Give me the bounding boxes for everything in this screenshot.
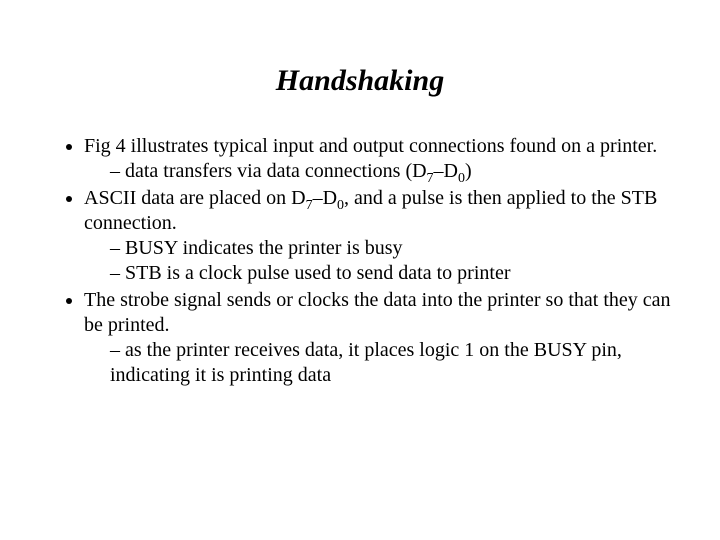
bullet-3a: as the printer receives data, it places … [110,338,672,388]
bullet-2-sub: BUSY indicates the printer is busy STB i… [84,236,672,286]
bullet-1a-sub2: 0 [458,171,465,186]
bullet-2-sub2: 0 [337,198,344,213]
bullet-3-sub: as the printer receives data, it places … [84,338,672,388]
bullet-1a-pre: data transfers via data connections (D [125,160,427,182]
bullet-1a-sub1: 7 [427,171,434,186]
bullet-1a-mid: –D [434,160,458,182]
bullet-1a-post: ) [465,160,472,182]
bullet-list: Fig 4 illustrates typical input and outp… [48,134,672,388]
bullet-1a: data transfers via data connections (D7–… [110,159,672,184]
bullet-2-mid: –D [313,187,337,209]
slide-title: Handshaking [48,64,672,98]
bullet-2: ASCII data are placed on D7–D0, and a pu… [84,186,672,286]
bullet-3-text: The strobe signal sends or clocks the da… [84,289,671,336]
bullet-2a: BUSY indicates the printer is busy [110,236,672,261]
bullet-1: Fig 4 illustrates typical input and outp… [84,134,672,184]
bullet-3: The strobe signal sends or clocks the da… [84,288,672,388]
bullet-2b: STB is a clock pulse used to send data t… [110,261,672,286]
bullet-1-text: Fig 4 illustrates typical input and outp… [84,135,657,157]
bullet-1-sub: data transfers via data connections (D7–… [84,159,672,184]
bullet-2-sub1: 7 [306,198,313,213]
slide: Handshaking Fig 4 illustrates typical in… [0,0,720,540]
bullet-2-pre: ASCII data are placed on D [84,187,306,209]
